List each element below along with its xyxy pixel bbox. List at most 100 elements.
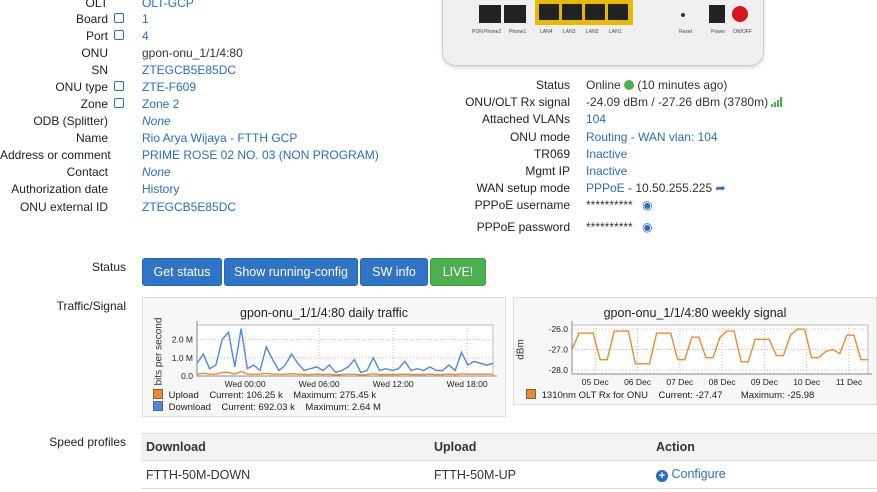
globe-icon bbox=[624, 80, 635, 90]
upload-profile: FTTH-50M-UP bbox=[429, 460, 651, 489]
sn-value[interactable]: ZTEGCB5E85DC bbox=[142, 62, 236, 79]
configure-cell: + Configure bbox=[651, 460, 877, 489]
traffic-chart-panel[interactable]: gpon-onu_1/1/4:80 daily traffic bits per… bbox=[142, 297, 506, 417]
external-link-icon[interactable] bbox=[114, 30, 124, 40]
odb-splitter-value[interactable]: None bbox=[142, 113, 171, 130]
contact-value[interactable]: None bbox=[142, 164, 171, 181]
traffic-legend-download: Download Current: 692.03 k Maximum: 2.64… bbox=[153, 401, 381, 413]
signal-legend-name: 1310nm OLT Rx for ONU bbox=[541, 390, 648, 401]
x-tick-label: 11 Dec bbox=[836, 377, 863, 387]
status-value: Online (10 minutes ago) bbox=[586, 78, 727, 92]
traffic-section-label: Traffic/Signal bbox=[56, 299, 126, 313]
wan-ip: - 10.50.255.225 bbox=[628, 181, 713, 195]
tr069-link[interactable]: Inactive bbox=[586, 147, 627, 161]
onu-label: ONU bbox=[81, 46, 108, 60]
upload-max: Maximum: 275.45 k bbox=[293, 390, 377, 401]
external-link-icon[interactable] bbox=[114, 98, 124, 108]
onu-type-label: ONU type bbox=[55, 80, 108, 94]
odb-splitter-label: ODB (Splitter) bbox=[33, 114, 108, 128]
authorization-date-label: Authorization date bbox=[11, 182, 108, 196]
onu-mode-label: ONU mode bbox=[509, 130, 570, 144]
onu-external-id-value[interactable]: ZTEGCB5E85DC bbox=[142, 199, 236, 216]
x-tick-label: Wed 06:00 bbox=[299, 379, 340, 389]
eye-icon[interactable]: ◉ bbox=[642, 220, 652, 234]
x-tick-label: 06 Dec bbox=[624, 377, 652, 387]
x-tick-label: 10 Dec bbox=[793, 377, 821, 387]
olt-value[interactable]: OLT-GCP bbox=[142, 0, 194, 12]
board-value[interactable]: 1 bbox=[142, 11, 149, 28]
sn-label: SN bbox=[91, 63, 108, 77]
onu-type-value[interactable]: ZTE-F609 bbox=[142, 79, 196, 96]
address-or-comment-label: Address or comment bbox=[0, 148, 111, 162]
live-button[interactable]: LIVE! bbox=[430, 258, 486, 286]
x-tick-label: 09 Dec bbox=[751, 377, 779, 387]
tr069-label: TR069 bbox=[533, 147, 570, 161]
traffic-legend-upload: Upload Current: 106.25 k Maximum: 275.45… bbox=[153, 389, 376, 401]
download-current: Current: 692.03 k bbox=[221, 402, 295, 413]
port-label: Port bbox=[85, 29, 108, 43]
name-label: Name bbox=[75, 131, 108, 145]
name-value[interactable]: Rio Arya Wijaya - FTTH GCP bbox=[142, 130, 297, 147]
zone-label: Zone bbox=[80, 97, 108, 111]
x-tick-label: Wed 18:00 bbox=[447, 379, 488, 389]
y-tick-label: 2.0 M bbox=[172, 335, 193, 345]
external-link-icon[interactable] bbox=[114, 81, 124, 91]
speed-profiles-label: Speed profiles bbox=[49, 435, 126, 449]
port-label: LAN4 bbox=[540, 29, 553, 35]
pppoe-password-label: PPPoE password bbox=[476, 220, 570, 234]
status-label: Status bbox=[535, 78, 570, 92]
external-link-icon[interactable] bbox=[114, 13, 124, 23]
authorization-date-value[interactable]: History bbox=[142, 181, 179, 198]
signal-current: Current: -27.47 bbox=[658, 390, 723, 401]
signal-max: Maximum: -25.98 bbox=[740, 390, 815, 401]
eye-icon[interactable]: ◉ bbox=[642, 198, 652, 212]
y-tick-label: -27.0 bbox=[549, 345, 569, 355]
contact-label: Contact bbox=[66, 165, 108, 179]
vlans-link[interactable]: 104 bbox=[586, 112, 606, 126]
pppoe-password-masked: ********** bbox=[586, 220, 633, 234]
wan-mode-label: WAN setup mode bbox=[476, 181, 570, 195]
upload-legend-name: Upload bbox=[168, 390, 199, 401]
download-legend-name: Download bbox=[168, 402, 211, 413]
onu-value: gpon-onu_1/1/4:80 bbox=[142, 46, 243, 60]
pppoe-password-value: ********** ◉ bbox=[586, 220, 653, 234]
download-profile: FTTH-50M-DOWN bbox=[141, 460, 429, 489]
port-label: LAN1 bbox=[609, 29, 622, 35]
onu-mode-link[interactable]: Routing - WAN vlan: 104 bbox=[586, 130, 718, 144]
get-status-button[interactable]: Get status bbox=[142, 258, 222, 286]
mgmt-ip-label: Mgmt IP bbox=[525, 164, 570, 178]
port-value[interactable]: 4 bbox=[142, 28, 149, 45]
status-section-label: Status bbox=[91, 260, 126, 274]
signal-legend: 1310nm OLT Rx for ONU Current: -27.47 Ma… bbox=[526, 389, 814, 401]
download-swatch bbox=[153, 401, 163, 411]
plus-circle-icon[interactable]: + bbox=[656, 470, 668, 482]
configure-link[interactable]: Configure bbox=[671, 467, 725, 481]
port-label: PON bbox=[472, 29, 483, 35]
upload-swatch bbox=[153, 389, 163, 399]
upload-current: Current: 106.25 k bbox=[209, 390, 283, 401]
x-tick-label: Wed 00:00 bbox=[225, 379, 266, 389]
share-arrow-icon[interactable]: ➦ bbox=[715, 181, 725, 195]
address-or-comment-value[interactable]: PRIME ROSE 02 NO. 03 (NON PROGRAM) bbox=[142, 147, 379, 164]
y-tick-label: 1.0 M bbox=[172, 353, 193, 363]
port-label: Reset bbox=[679, 29, 693, 35]
y-tick-label: 0.0 bbox=[181, 371, 193, 381]
zone-value[interactable]: Zone 2 bbox=[142, 96, 179, 113]
board-label: Board bbox=[75, 12, 108, 26]
device-image: PON Phone2 Phone1 LAN4 LAN3 LAN2 LAN1 Reset Powe… bbox=[442, 0, 764, 66]
rx-signal-label: ONU/OLT Rx signal bbox=[465, 95, 570, 109]
wan-mode-link[interactable]: PPPoE bbox=[586, 181, 625, 195]
rx-signal-value: -24.09 dBm / -27.26 dBm (3780m) bbox=[586, 95, 783, 110]
show-running-config-button[interactable]: Show running-config bbox=[224, 258, 358, 286]
table-row: FTTH-50M-DOWN FTTH-50M-UP + Configure bbox=[141, 460, 877, 489]
signal-chart-panel[interactable]: gpon-onu_1/1/4:80 weekly signal dBm -26.… bbox=[513, 297, 877, 405]
pppoe-username-label: PPPoE username bbox=[474, 198, 570, 212]
port-label: Power bbox=[711, 29, 726, 35]
sw-info-button[interactable]: SW info bbox=[360, 258, 428, 286]
col-upload: Upload bbox=[429, 433, 651, 461]
port-label: ON/OFF bbox=[733, 29, 752, 35]
port-label: Phone1 bbox=[509, 29, 527, 35]
mgmt-ip-link[interactable]: Inactive bbox=[586, 164, 627, 178]
x-tick-label: 05 Dec bbox=[582, 377, 610, 387]
x-tick-label: 08 Dec bbox=[709, 377, 737, 387]
